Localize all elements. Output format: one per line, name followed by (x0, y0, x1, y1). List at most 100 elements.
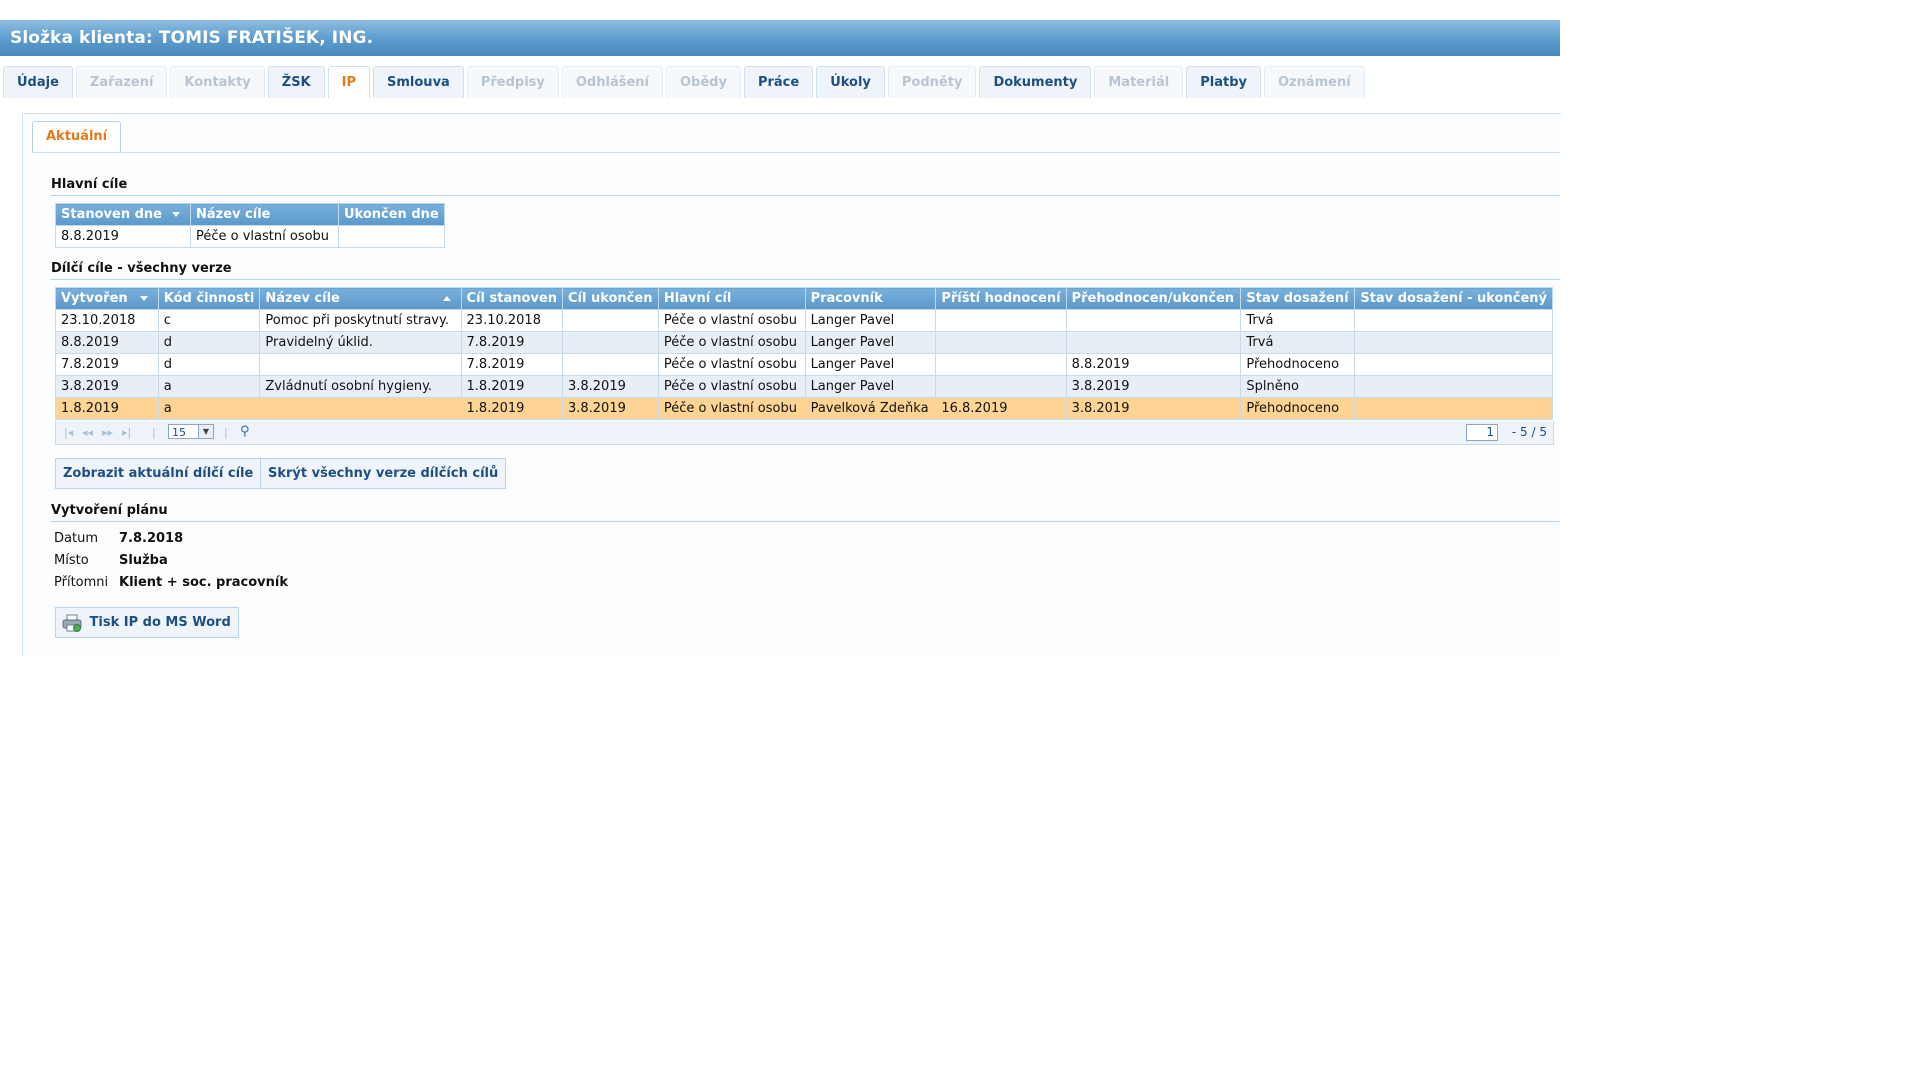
page-number-input[interactable]: 1 (1466, 424, 1498, 441)
prev-page-icon[interactable]: ◂◂ (82, 426, 93, 439)
table-cell: a (157, 397, 261, 420)
table-row[interactable]: 3.8.2019 a Zvládnutí osobní hygieny. 1.8.20… (55, 375, 1553, 398)
table-cell: 7.8.2019 (460, 353, 563, 376)
table-cell (561, 353, 659, 376)
table-cell: Péče o vlastní osobu (190, 225, 339, 248)
separator-icon: | (224, 426, 228, 439)
table-row[interactable]: 8.8.2019 Péče o vlastní osobu (55, 225, 445, 248)
table-cell: Langer Pavel (804, 331, 937, 354)
col-pristi-hodnoceni[interactable]: Příští hodnocení (935, 287, 1067, 310)
table-cell (259, 353, 462, 376)
table-cell (338, 225, 445, 248)
table-cell: 1.8.2019 (55, 397, 159, 420)
table-row[interactable]: 23.10.2018 c Pomoc při poskytnutí stravy. 2… (55, 309, 1553, 332)
page-title: Složka klienta: TOMIS FRATIŠEK, ING. (10, 28, 374, 48)
sort-desc-icon (139, 296, 148, 301)
tab-prace[interactable]: Práce (743, 66, 814, 98)
present-label: Přítomni (54, 575, 109, 590)
col-nazev-cile[interactable]: Název cíle (259, 287, 462, 310)
tab-oznameni: Oznámení (1263, 66, 1365, 98)
col-prehodnocen-ukoncen[interactable]: Přehodnocen/ukončen (1065, 287, 1242, 310)
last-page-icon[interactable]: ▸| (122, 426, 131, 439)
col-stav-dosazeni-ukonceny[interactable]: Stav dosažení - ukončený (1354, 287, 1553, 310)
col-cil-ukoncen[interactable]: Cíl ukončen (561, 287, 659, 310)
col-pracovnik[interactable]: Pracovník (804, 287, 937, 310)
table-cell: 1.8.2019 (460, 375, 563, 398)
col-nazev-cile[interactable]: Název cíle (190, 203, 339, 226)
table-cell: 3.8.2019 (561, 375, 659, 398)
partial-goals-table: Vytvořen Kód činnosti Název cíle Cíl sta… (55, 287, 1553, 420)
table-cell: Péče o vlastní osobu (657, 353, 806, 376)
table-cell: d (157, 331, 261, 354)
table-cell: Langer Pavel (804, 375, 937, 398)
table-cell: Přehodnoceno (1240, 353, 1356, 376)
col-stav-dosazeni[interactable]: Stav dosažení (1240, 287, 1356, 310)
table-cell: Trvá (1240, 331, 1356, 354)
tab-udaje[interactable]: Údaje (3, 66, 73, 98)
table-cell: Langer Pavel (804, 353, 937, 376)
place-value: Služba (119, 553, 168, 568)
table-cell: 8.8.2019 (55, 225, 191, 248)
tab-ip[interactable]: IP (327, 66, 371, 98)
client-folder-header: Složka klienta: TOMIS FRATIŠEK, ING. (0, 20, 1560, 56)
separator-icon: | (152, 426, 156, 439)
main-goals-divider (51, 195, 1560, 196)
table-cell (935, 331, 1067, 354)
table-cell (259, 397, 462, 420)
table-row[interactable]: 1.8.2019 a 1.8.2019 3.8.2019 Péče o vlastní … (55, 397, 1553, 420)
table-cell: 3.8.2019 (55, 375, 159, 398)
main-tabs: Údaje Zařazení Kontakty ŽSK IP Smlouva Předpis… (3, 66, 1368, 99)
col-ukoncen-dne[interactable]: Ukončen dne (338, 203, 445, 226)
table-cell: Péče o vlastní osobu (657, 397, 806, 420)
col-cil-stanoven[interactable]: Cíl stanoven (460, 287, 563, 310)
table-row[interactable]: 7.8.2019 d 7.8.2019 Péče o vlastní osobu Lan… (55, 353, 1553, 376)
partial-goals-divider (51, 279, 1560, 280)
partial-goals-title: Dílčí cíle - všechny verze (51, 261, 232, 276)
table-cell: 1.8.2019 (460, 397, 563, 420)
present-value: Klient + soc. pracovník (119, 575, 289, 590)
show-current-goals-button[interactable]: Zobrazit aktuální dílčí cíle (55, 458, 262, 489)
table-cell (1354, 397, 1553, 420)
next-page-icon[interactable]: ▸▸ (102, 426, 113, 439)
main-goals-table: Stanoven dne Název cíle Ukončen dne 8.8.… (55, 203, 445, 248)
hide-all-versions-button[interactable]: Skrýt všechny verze dílčích cílů (260, 458, 507, 489)
table-cell: Pomoc při poskytnutí stravy. (259, 309, 462, 332)
table-cell: 8.8.2019 (1065, 353, 1242, 376)
tab-zsk[interactable]: ŽSK (267, 66, 325, 98)
table-cell (561, 309, 659, 332)
tab-ukoly[interactable]: Úkoly (816, 66, 885, 98)
table-cell (935, 353, 1067, 376)
search-icon[interactable]: ⚲ (240, 424, 250, 439)
table-cell: a (157, 375, 261, 398)
table-cell (561, 331, 659, 354)
sort-desc-icon (172, 212, 180, 217)
table-cell (1354, 309, 1553, 332)
table-cell: 3.8.2019 (561, 397, 659, 420)
print-word-button[interactable]: Tisk IP do MS Word (55, 607, 239, 638)
table-cell: Zvládnutí osobní hygieny. (259, 375, 462, 398)
first-page-icon[interactable]: |◂ (64, 426, 73, 439)
table-cell (1354, 353, 1553, 376)
table-cell: Trvá (1240, 309, 1356, 332)
subtab-divider (32, 152, 1560, 153)
col-hlavni-cil[interactable]: Hlavní cíl (657, 287, 806, 310)
table-cell: 7.8.2019 (460, 331, 563, 354)
table-cell: Pravidelný úklid. (259, 331, 462, 354)
table-cell: Splněno (1240, 375, 1356, 398)
tab-dokumenty[interactable]: Dokumenty (979, 66, 1092, 98)
page-size-select[interactable]: 15 ▼ (168, 424, 214, 439)
table-cell: Pavelková Zdeňka (804, 397, 937, 420)
table-pager: |◂ ◂◂ ▸▸ ▸| | 15 ▼ | ⚲ 1 - 5 / 5 (55, 421, 1554, 445)
table-cell: c (157, 309, 261, 332)
printer-icon (62, 614, 82, 632)
sort-asc-icon (442, 296, 451, 301)
col-stanoven-dne[interactable]: Stanoven dne (55, 203, 191, 226)
table-row[interactable]: 8.8.2019 d Pravidelný úklid. 7.8.2019 Péče o… (55, 331, 1553, 354)
col-vytvoren[interactable]: Vytvořen (55, 287, 159, 310)
page-range-info: - 5 / 5 (1511, 425, 1547, 439)
tab-smlouva[interactable]: Smlouva (373, 66, 464, 98)
tab-aktualni[interactable]: Aktuální (32, 121, 122, 154)
col-kod-cinnosti[interactable]: Kód činnosti (157, 287, 261, 310)
tab-platby[interactable]: Platby (1186, 66, 1261, 98)
table-cell: Langer Pavel (804, 309, 937, 332)
